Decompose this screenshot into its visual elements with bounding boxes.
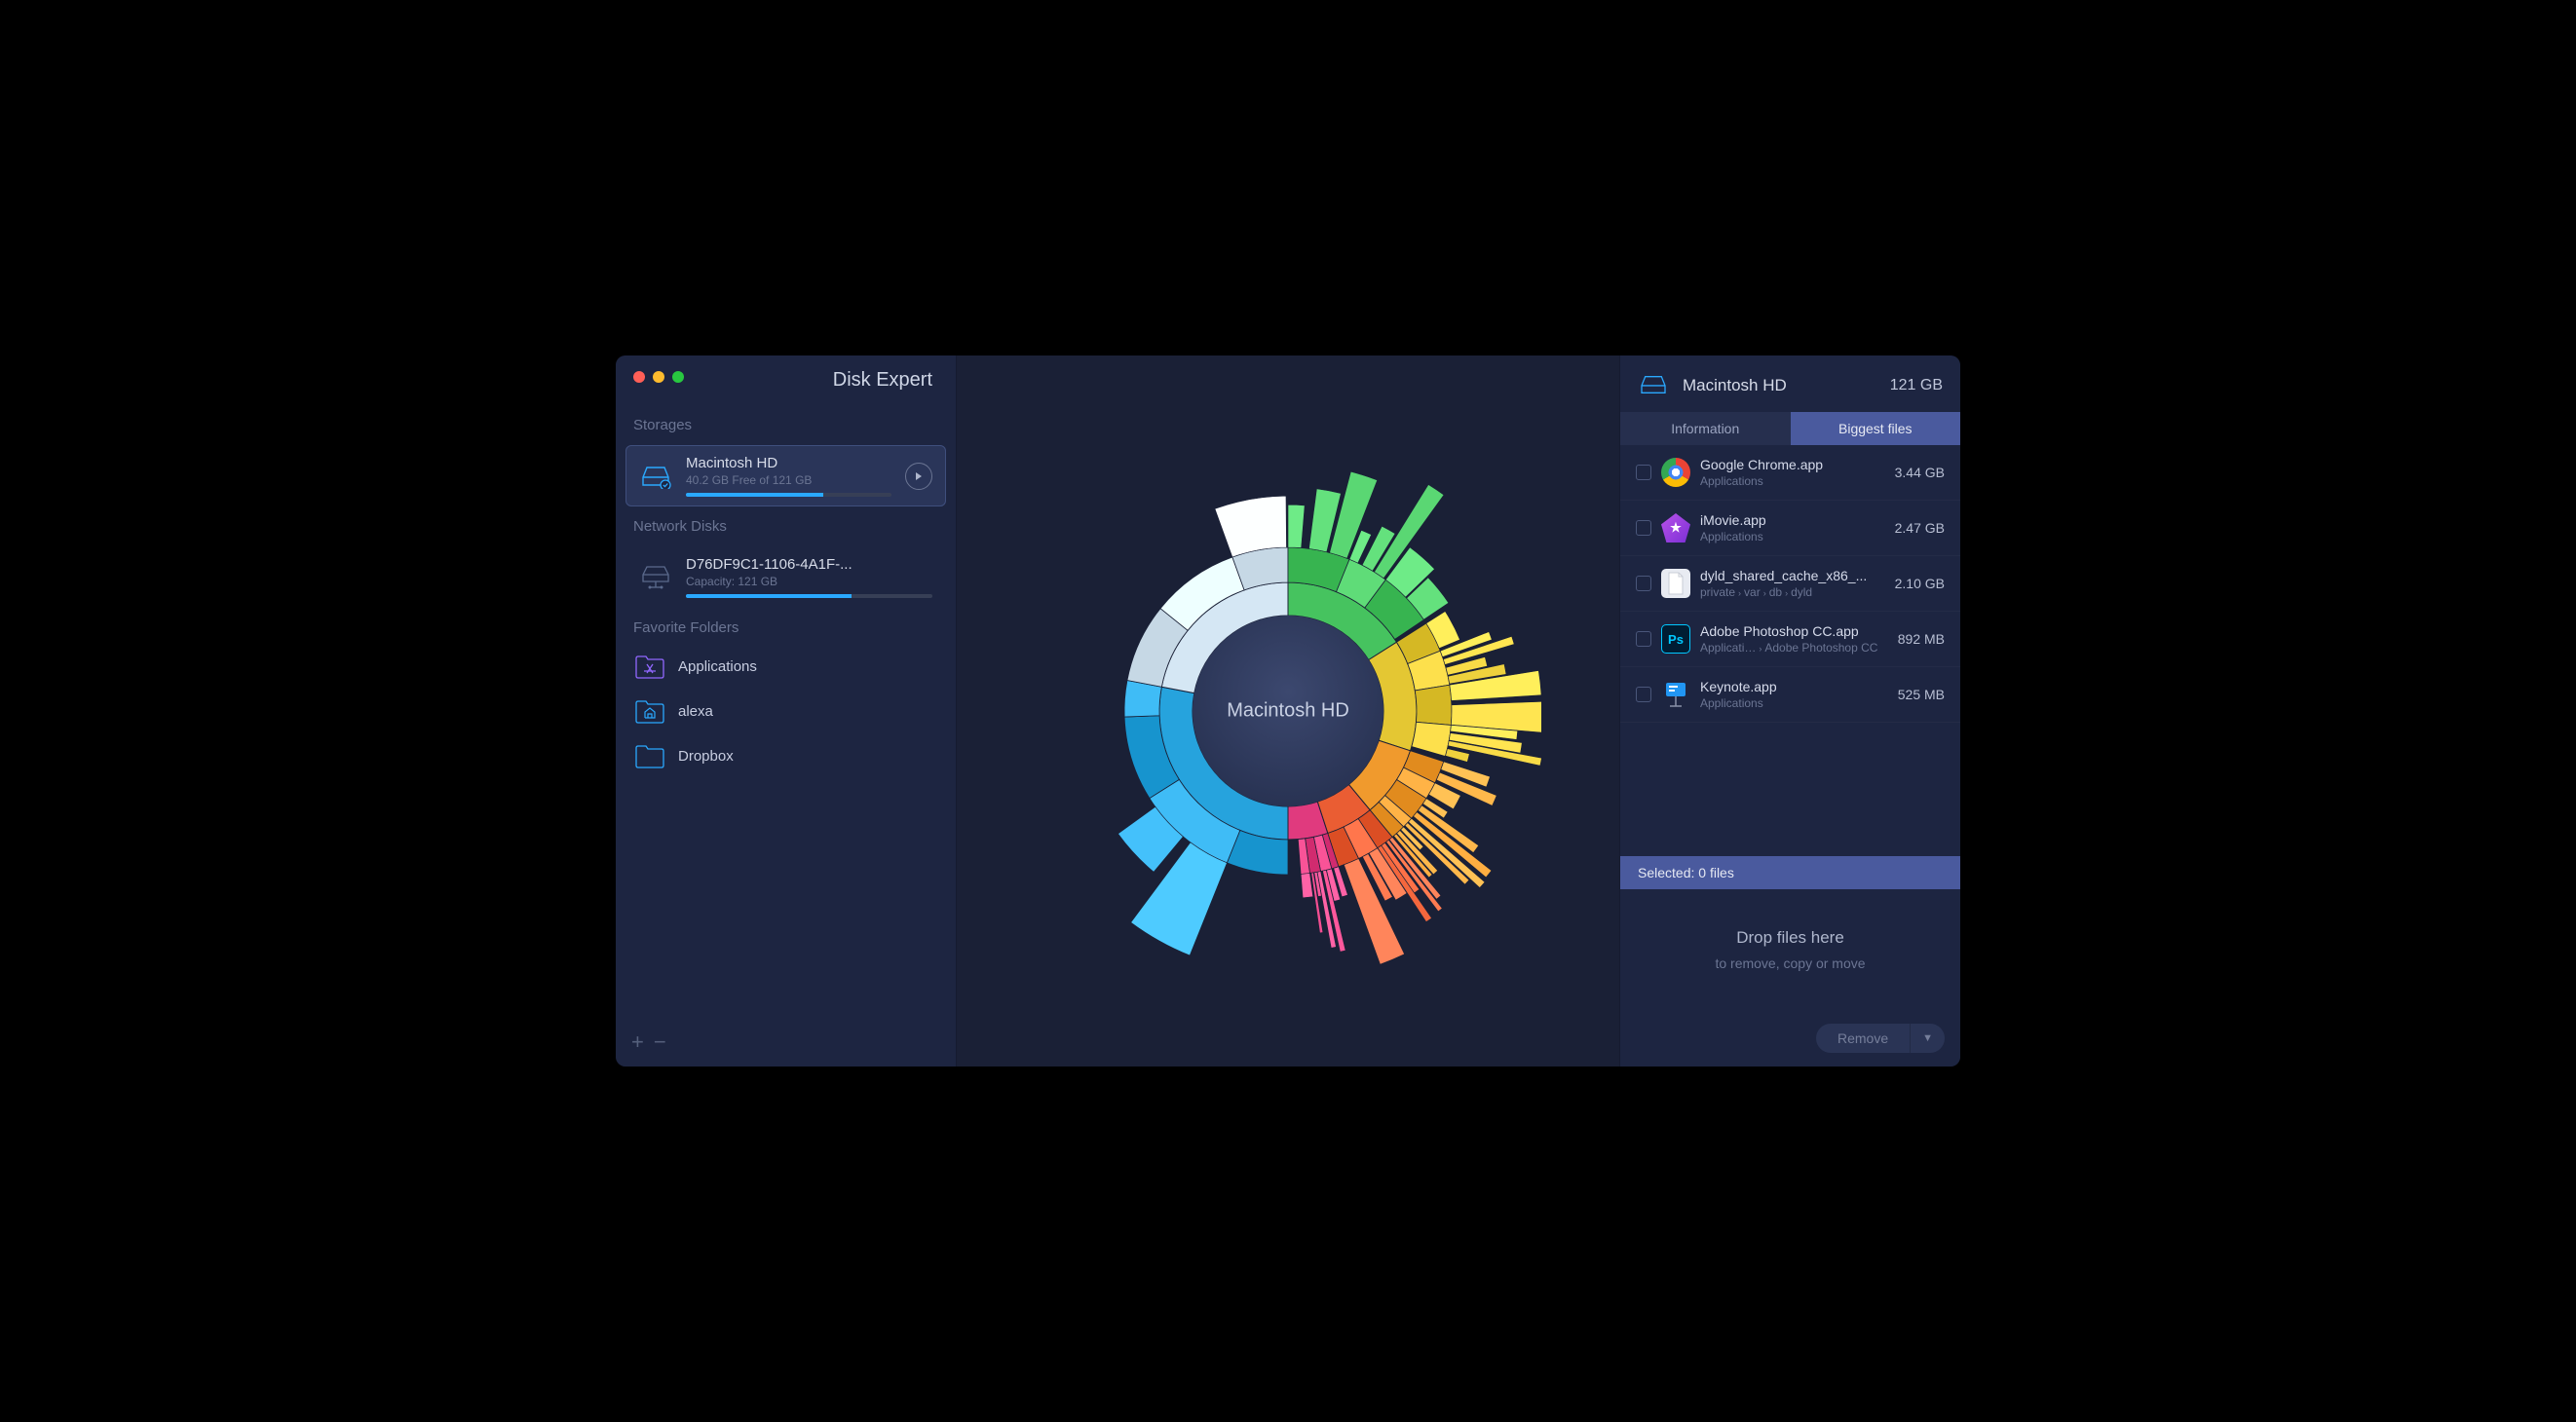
imovie-icon: ★: [1661, 513, 1690, 543]
remove-button-label: Remove: [1816, 1024, 1910, 1053]
storage-name: Macintosh HD: [686, 455, 891, 471]
right-panel: Macintosh HD 121 GB Information Biggest …: [1619, 356, 1960, 1066]
remove-button-dropdown[interactable]: ▼: [1910, 1024, 1945, 1053]
right-panel-header: Macintosh HD 121 GB: [1620, 356, 1960, 412]
favorite-label: Applications: [678, 658, 757, 675]
app-window: Disk Expert Storages Macintosh HD 40.2 G…: [616, 356, 1960, 1066]
file-name: Google Chrome.app: [1700, 457, 1885, 472]
file-path: private›var›db›dyld: [1700, 585, 1885, 599]
chrome-icon: [1661, 458, 1690, 487]
network-disks-heading: Network Disks: [616, 510, 956, 543]
biggest-files-list: Google Chrome.app Applications 3.44 GB ★…: [1620, 445, 1960, 856]
right-panel-footer: Remove ▼: [1620, 1010, 1960, 1066]
folder-icon: [635, 743, 664, 768]
file-name: Adobe Photoshop CC.app: [1700, 623, 1888, 639]
favorite-dropbox[interactable]: Dropbox: [616, 733, 956, 778]
right-panel-disk-size: 121 GB: [1890, 377, 1943, 394]
home-folder-icon: [635, 698, 664, 724]
disk-icon: [639, 464, 672, 489]
tab-biggest-files[interactable]: Biggest files: [1791, 412, 1961, 445]
main-chart-area: Macintosh HD: [957, 356, 1619, 1066]
file-item[interactable]: ★ iMovie.app Applications 2.47 GB: [1620, 501, 1960, 556]
right-panel-tabs: Information Biggest files: [1620, 412, 1960, 445]
file-item[interactable]: dyld_shared_cache_x86_... private›var›db…: [1620, 556, 1960, 612]
favorite-home[interactable]: alexa: [616, 689, 956, 733]
storage-usage-bar: [686, 493, 891, 497]
sunburst-chart[interactable]: Macintosh HD: [1035, 458, 1541, 964]
network-disk-item[interactable]: D76DF9C1-1106-4A1F-... Capacity: 121 GB: [625, 546, 946, 608]
file-path: Applicati…›Adobe Photoshop CC: [1700, 641, 1888, 655]
favorite-label: Dropbox: [678, 748, 734, 765]
generic-file-icon: [1661, 569, 1690, 598]
favorite-applications[interactable]: Applications: [616, 644, 956, 689]
chart-center-label: Macintosh HD: [1227, 700, 1349, 723]
photoshop-icon: Ps: [1661, 624, 1690, 654]
file-item[interactable]: Google Chrome.app Applications 3.44 GB: [1620, 445, 1960, 501]
file-checkbox[interactable]: [1636, 631, 1651, 647]
scan-play-button[interactable]: [905, 463, 932, 490]
file-item[interactable]: Keynote.app Applications 525 MB: [1620, 667, 1960, 723]
add-favorite-button[interactable]: +: [631, 1031, 644, 1053]
favorite-label: alexa: [678, 703, 713, 720]
sidebar-footer: + −: [616, 1018, 956, 1066]
network-disk-subtitle: Capacity: 121 GB: [686, 575, 932, 588]
storage-subtitle: 40.2 GB Free of 121 GB: [686, 473, 891, 487]
drop-zone[interactable]: Drop files here to remove, copy or move: [1620, 889, 1960, 1010]
keynote-icon: [1661, 680, 1690, 709]
file-size: 2.10 GB: [1895, 576, 1945, 591]
file-item[interactable]: Ps Adobe Photoshop CC.app Applicati…›Ado…: [1620, 612, 1960, 667]
close-button[interactable]: [633, 371, 645, 383]
favorites-heading: Favorite Folders: [616, 612, 956, 644]
tab-information[interactable]: Information: [1620, 412, 1791, 445]
storage-item-macintosh-hd[interactable]: Macintosh HD 40.2 GB Free of 121 GB: [625, 445, 946, 506]
selected-files-bar: Selected: 0 files: [1620, 856, 1960, 889]
network-disk-name: D76DF9C1-1106-4A1F-...: [686, 556, 932, 573]
file-path: Applications: [1700, 530, 1885, 543]
file-name: dyld_shared_cache_x86_...: [1700, 568, 1885, 583]
file-name: iMovie.app: [1700, 512, 1885, 528]
network-disk-usage-bar: [686, 594, 932, 598]
file-checkbox[interactable]: [1636, 465, 1651, 480]
sidebar: Disk Expert Storages Macintosh HD 40.2 G…: [616, 356, 957, 1066]
drop-zone-title: Drop files here: [1640, 928, 1941, 948]
storages-heading: Storages: [616, 409, 956, 441]
file-name: Keynote.app: [1700, 679, 1888, 694]
remove-favorite-button[interactable]: −: [654, 1031, 666, 1053]
file-size: 3.44 GB: [1895, 465, 1945, 480]
minimize-button[interactable]: [653, 371, 664, 383]
file-size: 2.47 GB: [1895, 520, 1945, 536]
app-store-folder-icon: [635, 654, 664, 679]
remove-button[interactable]: Remove ▼: [1816, 1024, 1945, 1053]
file-path: Applications: [1700, 696, 1888, 710]
file-checkbox[interactable]: [1636, 520, 1651, 536]
window-controls: [633, 371, 684, 383]
file-checkbox[interactable]: [1636, 687, 1651, 702]
file-path: Applications: [1700, 474, 1885, 488]
network-disk-icon: [639, 565, 672, 590]
file-checkbox[interactable]: [1636, 576, 1651, 591]
drop-zone-subtitle: to remove, copy or move: [1640, 955, 1941, 971]
maximize-button[interactable]: [672, 371, 684, 383]
right-panel-disk-name: Macintosh HD: [1683, 376, 1878, 395]
file-size: 525 MB: [1898, 687, 1945, 702]
disk-icon: [1638, 373, 1671, 398]
file-size: 892 MB: [1898, 631, 1945, 647]
